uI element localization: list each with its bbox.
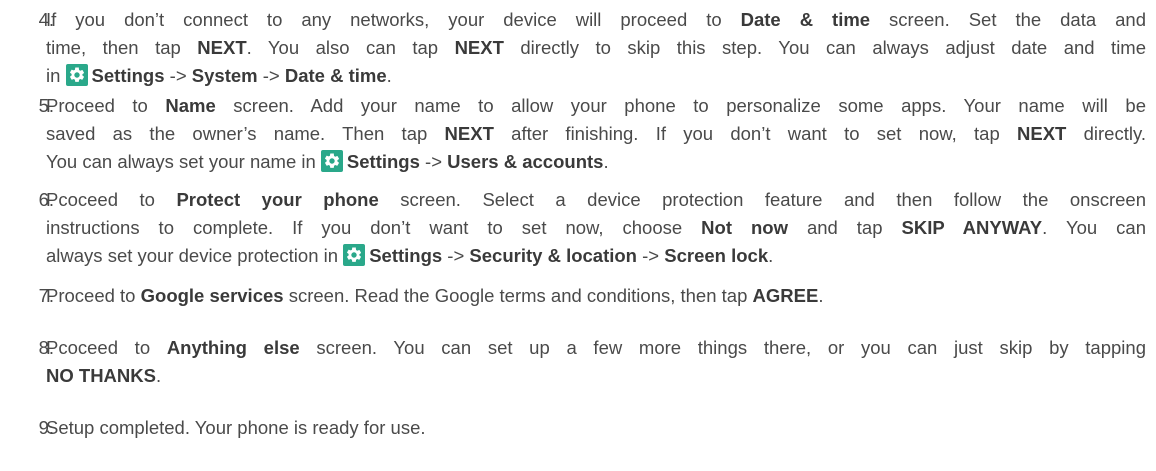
step-text: Proceed to Name screen. Add your name to… <box>46 92 1150 176</box>
bold-term: Users & accounts <box>447 151 604 172</box>
text-line: in Settings -> System -> Date & time. <box>46 62 1150 90</box>
text-run: Pcoceed to <box>46 189 177 210</box>
text-line: instructions to complete. If you don’t w… <box>46 214 1146 242</box>
setup-instructions: 4. If you don’t connect to any networks, … <box>0 0 1156 471</box>
bold-term: System <box>191 65 258 86</box>
text-line: saved as the owner’s name. Then tap NEXT… <box>46 120 1146 148</box>
bold-term: Security & location <box>469 245 637 266</box>
bold-term: Screen lock <box>664 245 769 266</box>
bold-term: Date & time <box>740 9 871 30</box>
bold-term: Date & time <box>284 65 387 86</box>
text-line: NO THANKS. <box>46 362 1150 390</box>
text-run: directly to skip this step. You can alwa… <box>503 37 1146 58</box>
text-run: -> <box>257 65 285 86</box>
text-run: in <box>46 65 66 86</box>
bold-term: Settings <box>346 151 420 172</box>
text-line: Pcoceed to Anything else screen. You can… <box>46 334 1146 362</box>
bold-term: Anything else <box>166 337 300 358</box>
text-run: . <box>386 65 392 86</box>
bold-term: Google services <box>140 285 284 306</box>
bold-term: Not now <box>701 217 788 238</box>
text-line: Proceed to Google services screen. Read … <box>46 282 1150 310</box>
text-run: -> <box>637 245 665 266</box>
step-text: Proceed to Google services screen. Read … <box>46 282 1150 310</box>
text-run: . <box>603 151 609 172</box>
text-run: instructions to complete. If you don’t w… <box>46 217 702 238</box>
text-run: after finishing. If you don’t want to se… <box>493 123 1018 144</box>
bold-term: SKIP ANYWAY <box>901 217 1043 238</box>
step-text: Setup completed. Your phone is ready for… <box>46 414 1150 442</box>
bold-term: Settings <box>369 245 443 266</box>
text-run: -> <box>419 151 448 172</box>
text-run: . <box>155 365 162 386</box>
bold-term: NEXT <box>1017 123 1067 144</box>
text-run: saved as the owner’s name. Then tap <box>46 123 445 144</box>
text-line: Proceed to Name screen. Add your name to… <box>46 92 1146 120</box>
text-run: Proceed to <box>46 95 166 116</box>
bold-term: Name <box>165 95 216 116</box>
text-run: . You can <box>1042 217 1146 238</box>
text-run: screen. Read the Google terms and condit… <box>283 285 753 306</box>
text-run: screen. You can set up a few more things… <box>299 337 1146 358</box>
text-run: -> <box>442 245 470 266</box>
text-run: . <box>768 245 774 266</box>
text-run: Setup completed. Your phone is ready for… <box>46 417 426 438</box>
bold-term: Protect your phone <box>176 189 379 210</box>
text-run: screen. Set the data and <box>870 9 1146 30</box>
bold-term: NO THANKS <box>46 365 156 386</box>
text-run: always set your device protection in <box>46 245 344 266</box>
settings-gear-icon <box>65 64 88 86</box>
text-run: -> <box>164 65 192 86</box>
step-text: Pcoceed to Anything else screen. You can… <box>46 334 1150 390</box>
text-line: always set your device protection in Set… <box>46 242 1150 270</box>
text-run: Pcoceed to <box>46 337 167 358</box>
text-line: If you don’t connect to any networks, yo… <box>46 6 1146 34</box>
text-line: Setup completed. Your phone is ready for… <box>46 414 1150 442</box>
bold-term: NEXT <box>444 123 494 144</box>
text-run: screen. Add your name to allow your phon… <box>215 95 1146 116</box>
bold-term: AGREE <box>752 285 819 306</box>
text-run: . <box>818 285 824 306</box>
text-run: . You also can tap <box>246 37 455 58</box>
bold-term: Settings <box>91 65 165 86</box>
settings-gear-icon <box>320 150 343 172</box>
settings-gear-icon <box>343 244 366 266</box>
text-run: If you don’t connect to any networks, yo… <box>46 9 741 30</box>
text-line: Pcoceed to Protect your phone screen. Se… <box>46 186 1146 214</box>
text-line: You can always set your name in Settings… <box>46 148 1150 176</box>
text-run: directly. <box>1066 123 1146 144</box>
text-run: screen. Select a device protection featu… <box>378 189 1146 210</box>
text-run: time, then tap <box>46 37 198 58</box>
text-run: Proceed to <box>46 285 141 306</box>
text-run: and tap <box>787 217 902 238</box>
bold-term: NEXT <box>197 37 247 58</box>
text-line: time, then tap NEXT. You also can tap NE… <box>46 34 1146 62</box>
text-run: You can always set your name in <box>46 151 321 172</box>
bold-term: NEXT <box>454 37 504 58</box>
step-text: If you don’t connect to any networks, yo… <box>46 6 1150 90</box>
step-text: Pcoceed to Protect your phone screen. Se… <box>46 186 1150 270</box>
